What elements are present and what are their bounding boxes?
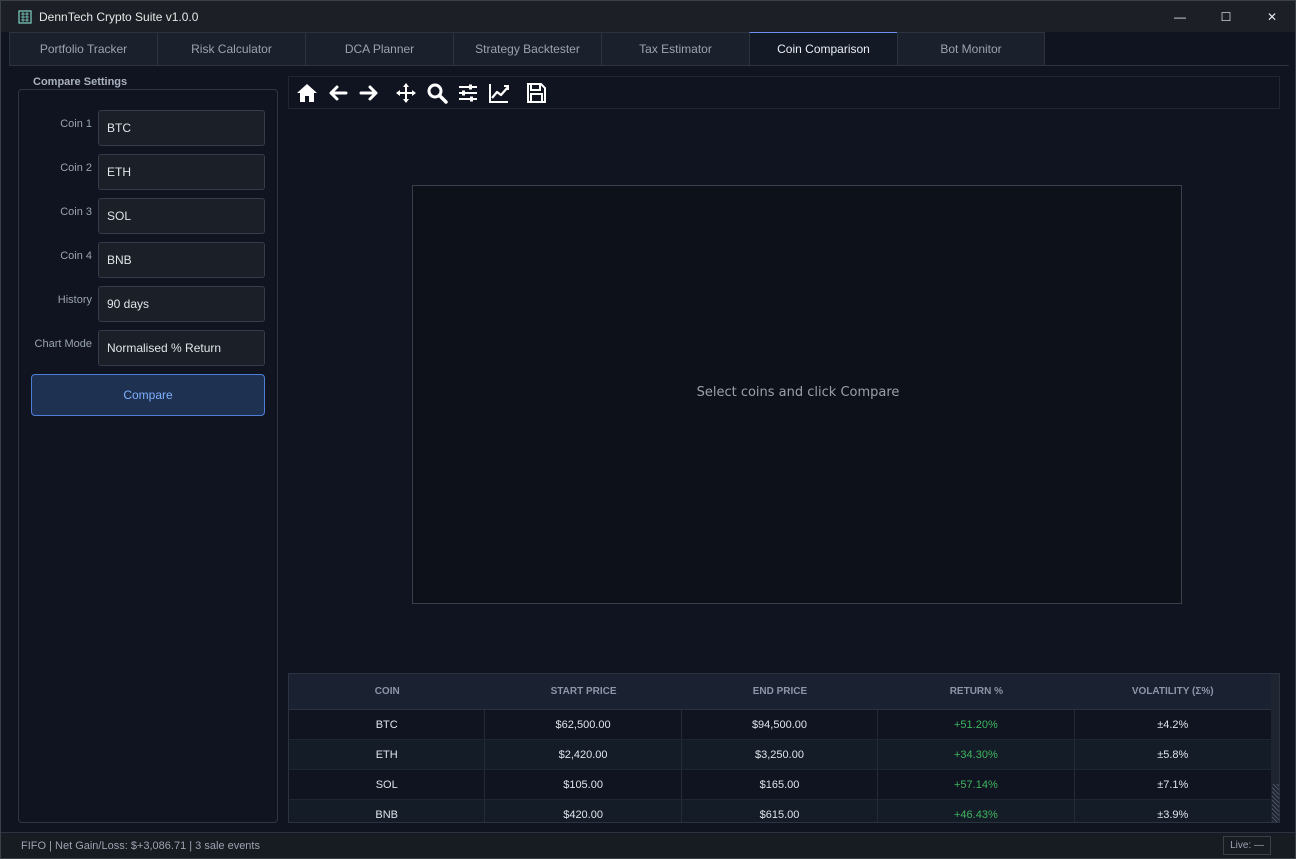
back-arrow-icon[interactable] <box>322 77 353 108</box>
coin-3-input[interactable]: SOL <box>98 198 265 234</box>
compare-settings-title: Compare Settings <box>28 76 133 88</box>
cell-start-price: $105.00 <box>485 770 682 799</box>
live-indicator: Live: — <box>1223 836 1271 855</box>
tab-bot-monitor[interactable]: Bot Monitor <box>897 32 1045 66</box>
cell-volatility: ±3.9% <box>1157 808 1189 821</box>
tab-divider <box>9 65 1289 66</box>
cell-coin: ETH <box>289 740 486 769</box>
pan-icon[interactable] <box>390 77 421 108</box>
cell-end-price: $94,500.00 <box>682 710 879 739</box>
table-scrollbar[interactable] <box>1271 674 1279 822</box>
coin-1-input[interactable]: BTC <box>98 110 265 146</box>
column-header-end-price[interactable]: END PRICE <box>682 674 878 709</box>
table-row[interactable]: BTC $62,500.00 $94,500.00 +51.20% ±4.2% <box>289 710 1271 740</box>
chart-mode-select[interactable]: Normalised % Return <box>98 330 265 366</box>
tab-strategy-backtester[interactable]: Strategy Backtester <box>453 32 601 66</box>
window-controls: — ☐ ✕ <box>1157 1 1295 32</box>
cell-coin: SOL <box>289 770 486 799</box>
cell-coin: BNB <box>289 800 486 822</box>
forward-arrow-icon[interactable] <box>353 77 384 108</box>
cell-return: +51.20% <box>878 710 1075 739</box>
chart-canvas[interactable]: Select coins and click Compare <box>412 185 1182 604</box>
cell-volatility: ±5.8% <box>1157 748 1189 761</box>
column-header-volatility[interactable]: VOLATILITY (Σ%) <box>1075 674 1271 709</box>
minimize-button[interactable]: — <box>1157 1 1203 32</box>
cell-start-price: $62,500.00 <box>485 710 682 739</box>
app-window: DennTech Crypto Suite v1.0.0 — ☐ ✕ Portf… <box>0 0 1296 859</box>
cell-volatility: ±4.2% <box>1157 718 1189 731</box>
title-bar: DennTech Crypto Suite v1.0.0 — ☐ ✕ <box>1 1 1295 32</box>
coin-1-label: Coin 1 <box>60 118 92 130</box>
home-icon[interactable] <box>291 77 322 108</box>
close-button[interactable]: ✕ <box>1249 1 1295 32</box>
chart-mode-label: Chart Mode <box>34 338 92 350</box>
cell-end-price: $615.00 <box>682 800 879 822</box>
cell-return: +34.30% <box>878 740 1075 769</box>
maximize-button[interactable]: ☐ <box>1203 1 1249 32</box>
status-bar: FIFO | Net Gain/Loss: $+3,086.71 | 3 sal… <box>1 832 1295 858</box>
tab-portfolio-tracker[interactable]: Portfolio Tracker <box>9 32 157 66</box>
save-icon[interactable] <box>520 77 551 108</box>
tab-tax-estimator[interactable]: Tax Estimator <box>601 32 749 66</box>
chart-placeholder-text: Select coins and click Compare <box>696 385 900 400</box>
column-header-start-price[interactable]: START PRICE <box>485 674 681 709</box>
coin-4-label: Coin 4 <box>60 250 92 262</box>
status-summary: FIFO | Net Gain/Loss: $+3,086.71 | 3 sal… <box>21 839 260 852</box>
column-header-return[interactable]: RETURN % <box>878 674 1074 709</box>
table-body: BTC $62,500.00 $94,500.00 +51.20% ±4.2% … <box>289 710 1271 822</box>
cell-start-price: $2,420.00 <box>485 740 682 769</box>
table-header: COIN START PRICE END PRICE RETURN % VOLA… <box>289 674 1271 710</box>
comparison-table: COIN START PRICE END PRICE RETURN % VOLA… <box>288 673 1280 823</box>
history-label: History <box>57 294 92 306</box>
zoom-icon[interactable] <box>421 77 452 108</box>
cell-end-price: $165.00 <box>682 770 879 799</box>
column-header-coin[interactable]: COIN <box>289 674 485 709</box>
table-row[interactable]: ETH $2,420.00 $3,250.00 +34.30% ±5.8% <box>289 740 1271 770</box>
table-scrollbar-thumb[interactable] <box>1272 784 1279 822</box>
table-row[interactable]: BNB $420.00 $615.00 +46.43% ±3.9% <box>289 800 1271 822</box>
cell-coin: BTC <box>289 710 486 739</box>
edit-axes-icon[interactable] <box>483 77 514 108</box>
cell-end-price: $3,250.00 <box>682 740 879 769</box>
cell-start-price: $420.00 <box>485 800 682 822</box>
tab-bar: Portfolio Tracker Risk Calculator DCA Pl… <box>9 32 1045 66</box>
plot-toolbar <box>288 76 1280 109</box>
tab-dca-planner[interactable]: DCA Planner <box>305 32 453 66</box>
coin-2-input[interactable]: ETH <box>98 154 265 190</box>
history-select[interactable]: 90 days <box>98 286 265 322</box>
coin-4-input[interactable]: BNB <box>98 242 265 278</box>
compare-button[interactable]: Compare <box>31 374 265 416</box>
window-title: DennTech Crypto Suite v1.0.0 <box>39 9 199 24</box>
tab-risk-calculator[interactable]: Risk Calculator <box>157 32 305 66</box>
coin-3-label: Coin 3 <box>60 206 92 218</box>
app-logo-icon <box>17 9 33 25</box>
cell-volatility: ±7.1% <box>1157 778 1189 791</box>
cell-return: +46.43% <box>878 800 1075 822</box>
coin-2-label: Coin 2 <box>60 162 92 174</box>
configure-subplots-icon[interactable] <box>452 77 483 108</box>
cell-return: +57.14% <box>878 770 1075 799</box>
table-row[interactable]: SOL $105.00 $165.00 +57.14% ±7.1% <box>289 770 1271 800</box>
tab-coin-comparison[interactable]: Coin Comparison <box>749 32 897 66</box>
